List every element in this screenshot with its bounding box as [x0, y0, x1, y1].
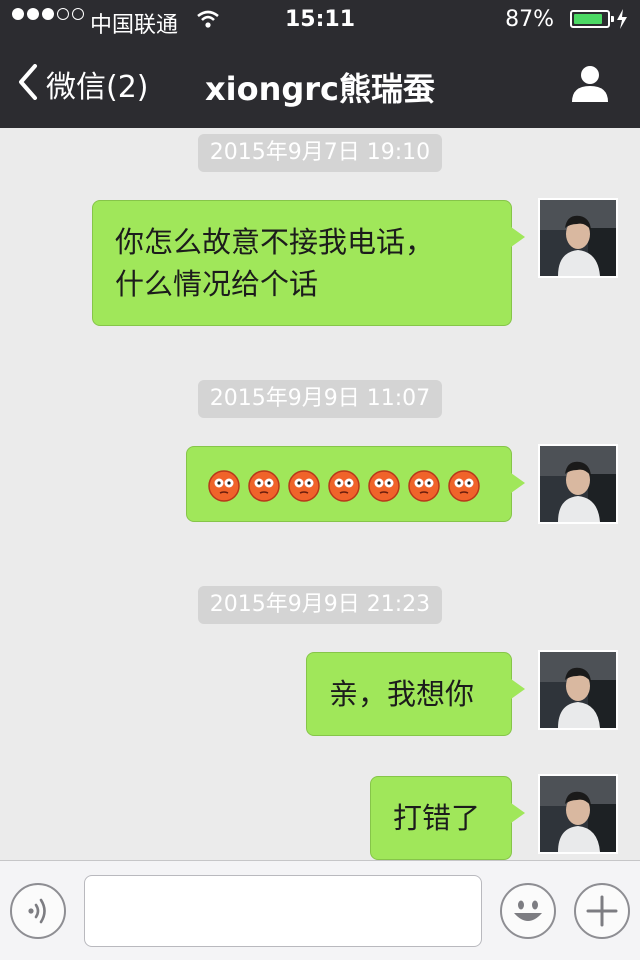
user-avatar[interactable] [538, 650, 618, 730]
message-timestamp: 2015年9月9日 11:07 [198, 380, 442, 418]
message-input[interactable] [84, 875, 482, 947]
message-bubble[interactable]: 你怎么故意不接我电话， 什么情况给个话 [92, 200, 525, 326]
battery-icon [570, 10, 614, 28]
input-toolbar [0, 860, 640, 960]
flushed-face-emoji [208, 470, 240, 502]
message-text: 打错了 [393, 801, 481, 835]
message-text: 亲，我想你 [329, 677, 475, 711]
plus-icon [586, 895, 618, 927]
flushed-face-emoji [408, 470, 440, 502]
navigation-bar: 微信(2) xiongrc熊瑞蚕 [0, 40, 640, 128]
smiley-icon [514, 900, 542, 921]
emoji-button[interactable] [500, 883, 556, 939]
chat-title: xiongrc熊瑞蚕 [204, 70, 436, 108]
message-bubble[interactable] [186, 446, 525, 522]
avatar-photo [540, 200, 616, 276]
avatar-photo [540, 446, 616, 522]
message-bubble[interactable]: 亲，我想你 [306, 652, 525, 736]
top-bar: 中国联通 15:11 87% 微信(2) xiongrc熊瑞蚕 [0, 0, 640, 128]
status-bar: 中国联通 15:11 87% [0, 0, 640, 40]
message-timestamp: 2015年9月7日 19:10 [198, 134, 442, 172]
message-timestamp: 2015年9月9日 21:23 [198, 586, 442, 624]
flushed-face-emoji [328, 470, 360, 502]
profile-button[interactable] [570, 64, 610, 106]
emoji-row [207, 465, 491, 503]
voice-icon [28, 898, 46, 924]
flushed-face-emoji [248, 470, 280, 502]
message-text: 你怎么故意不接我电话， 什么情况给个话 [115, 225, 435, 301]
more-options-button[interactable] [574, 883, 630, 939]
person-icon [570, 66, 610, 106]
user-avatar[interactable] [538, 198, 618, 278]
avatar-photo [540, 652, 616, 728]
battery-percent: 87% [505, 7, 554, 32]
user-avatar[interactable] [538, 774, 618, 854]
avatar-photo [540, 776, 616, 852]
voice-input-button[interactable] [10, 883, 66, 939]
flushed-face-emoji [288, 470, 320, 502]
flushed-face-emoji [368, 470, 400, 502]
charging-icon [616, 9, 628, 35]
user-avatar[interactable] [538, 444, 618, 524]
flushed-face-emoji [448, 470, 480, 502]
message-bubble[interactable]: 打错了 [370, 776, 525, 860]
